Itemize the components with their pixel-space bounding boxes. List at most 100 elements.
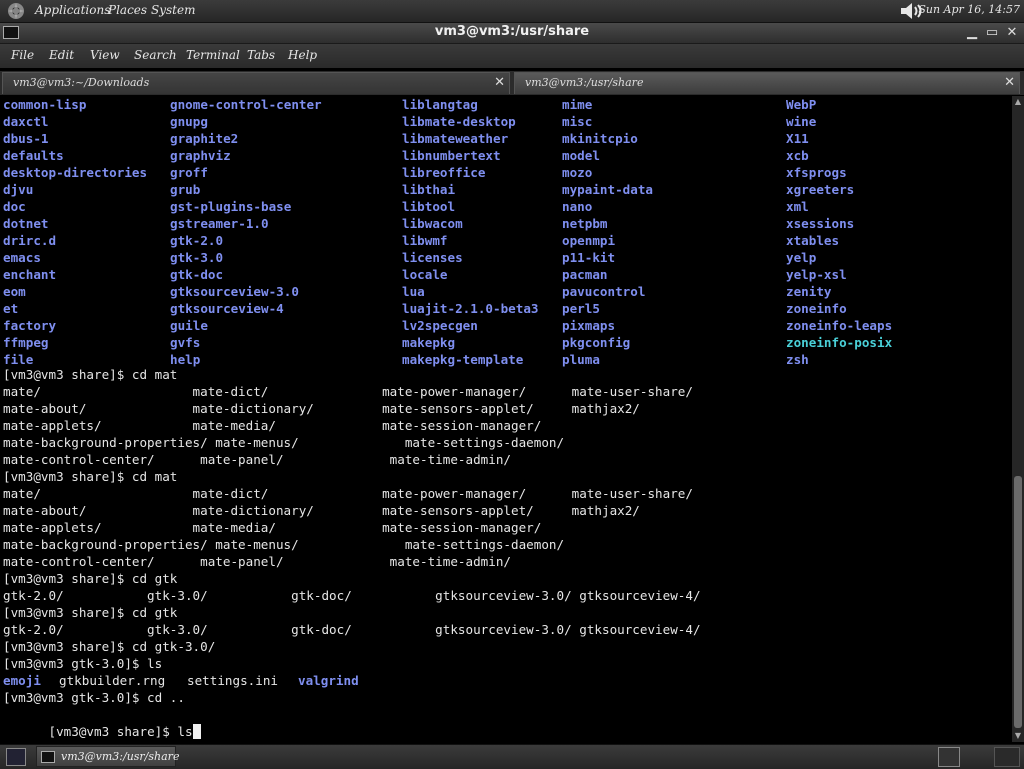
listing-entry: guile [170, 318, 208, 333]
listing-entry: desktop-directories [3, 165, 148, 180]
listing-entry: luajit-2.1.0-beta3 [402, 301, 539, 316]
listing-entry: lua [402, 284, 425, 299]
taskbar-window-label: vm3@vm3:/usr/share [61, 750, 180, 763]
listing-entry: gtksourceview-3.0 [170, 284, 299, 299]
listing-entry: gnupg [170, 114, 208, 129]
listing-entry: yelp [786, 250, 817, 265]
listing-entry: libthai [402, 182, 456, 197]
tab-bar: vm3@vm3:~/Downloads ✕ vm3@vm3:/usr/share… [0, 71, 1024, 95]
listing-entry: xsessions [786, 216, 855, 231]
listing-entry: locale [402, 267, 448, 282]
listing-entry: xtables [786, 233, 840, 248]
workspace-2-icon[interactable] [994, 747, 1020, 767]
tab-share[interactable]: vm3@vm3:/usr/share ✕ [514, 72, 1020, 94]
listing-entry: pacman [562, 267, 608, 282]
terminal-line: gtk-2.0/ gtk-3.0/ gtk-doc/ gtksourceview… [3, 622, 701, 637]
terminal-line: mate-about/ mate-dictionary/ mate-sensor… [3, 401, 640, 416]
listing-entry: libwacom [402, 216, 463, 231]
close-tab-icon[interactable]: ✕ [494, 75, 505, 90]
scroll-up-icon[interactable]: ▲ [1012, 96, 1024, 108]
listing-entry: makepkg-template [402, 352, 524, 367]
menu-help[interactable]: Help [288, 48, 317, 62]
terminal-scrollbar[interactable]: ▲ ▼ [1012, 96, 1024, 742]
listing-entry: zoneinfo-posix [786, 335, 893, 350]
terminal-line: mate-control-center/ mate-panel/ mate-ti… [3, 554, 511, 569]
listing-entry: xgreeters [786, 182, 855, 197]
terminal-prompt-line[interactable]: [vm3@vm3 share]$ ls [3, 706, 201, 739]
listing-entry: pluma [562, 352, 600, 367]
menu-search[interactable]: Search [134, 48, 177, 62]
menu-system[interactable]: System [151, 3, 195, 17]
listing-entry: et [3, 301, 19, 316]
terminal-line: [vm3@vm3 share]$ cd mat [3, 367, 178, 382]
tab-label: vm3@vm3:/usr/share [525, 76, 644, 89]
listing-entry: pkgconfig [562, 335, 631, 350]
listing-entry: gtkbuilder.rng [59, 673, 166, 688]
listing-entry: netpbm [562, 216, 608, 231]
listing-entry: dbus-1 [3, 131, 49, 146]
listing-entry: licenses [402, 250, 463, 265]
listing-entry: libtool [402, 199, 456, 214]
taskbar-window-button[interactable]: vm3@vm3:/usr/share [36, 746, 180, 767]
clock[interactable]: Sun Apr 16, 14:57 [918, 3, 1020, 16]
terminal-line: [vm3@vm3 gtk-3.0]$ cd .. [3, 690, 185, 705]
terminal-line: mate/ mate-dict/ mate-power-manager/ mat… [3, 486, 693, 501]
listing-entry: zoneinfo-leaps [786, 318, 893, 333]
menu-terminal[interactable]: Terminal [186, 48, 240, 62]
gtk3-listing-line: emoji gtkbuilder.rng settings.ini valgri… [3, 672, 359, 689]
terminal-line: mate-about/ mate-dictionary/ mate-sensor… [3, 503, 640, 518]
listing-entry: misc [562, 114, 593, 129]
terminal-line: mate-background-properties/ mate-menus/ … [3, 435, 565, 450]
terminal-line: [vm3@vm3 share]$ cd mat [3, 469, 178, 484]
listing-entry: gvfs [170, 335, 201, 350]
show-desktop-icon[interactable] [6, 748, 26, 766]
listing-entry: drirc.d [3, 233, 57, 248]
terminal-line: mate-control-center/ mate-panel/ mate-ti… [3, 452, 511, 467]
menu-file[interactable]: File [11, 48, 34, 62]
window-title: vm3@vm3:/usr/share [434, 24, 590, 39]
window-titlebar[interactable]: vm3@vm3:/usr/share ▁ ▭ ✕ [0, 23, 1024, 44]
listing-entry: dotnet [3, 216, 49, 231]
tab-downloads[interactable]: vm3@vm3:~/Downloads ✕ [2, 72, 510, 94]
listing-entry: xcb [786, 148, 809, 163]
listing-entry: eom [3, 284, 26, 299]
terminal-window-icon [41, 751, 55, 763]
close-tab-icon[interactable]: ✕ [1004, 75, 1015, 90]
menu-places[interactable]: Places [108, 3, 147, 17]
listing-entry: pavucontrol [562, 284, 646, 299]
listing-entry: pixmaps [562, 318, 616, 333]
close-icon[interactable]: ✕ [1004, 25, 1020, 41]
listing-entry: mozo [562, 165, 593, 180]
maximize-icon[interactable]: ▭ [984, 25, 1000, 41]
listing-entry: gtksourceview-4 [170, 301, 284, 316]
listing-entry: mime [562, 97, 593, 112]
listing-entry: yelp-xsl [786, 267, 847, 282]
listing-entry: mypaint-data [562, 182, 653, 197]
listing-entry: xfsprogs [786, 165, 847, 180]
scroll-down-icon[interactable]: ▼ [1012, 730, 1024, 742]
listing-entry: common-lisp [3, 97, 87, 112]
menu-view[interactable]: View [90, 48, 120, 62]
distro-logo-icon[interactable] [6, 1, 26, 21]
listing-entry: libmate-desktop [402, 114, 516, 129]
menu-applications[interactable]: Applications [35, 3, 110, 17]
listing-entry: libmateweather [402, 131, 509, 146]
menu-edit[interactable]: Edit [49, 48, 74, 62]
scrollbar-thumb[interactable] [1014, 476, 1022, 728]
listing-entry: wine [786, 114, 817, 129]
terminal-output[interactable]: common-lisp gnome-control-center liblangta… [0, 96, 1012, 742]
listing-entry: groff [170, 165, 208, 180]
listing-entry: X11 [786, 131, 809, 146]
listing-entry: openmpi [562, 233, 616, 248]
workspace-1-icon[interactable] [938, 747, 960, 767]
terminal-line: mate-applets/ mate-media/ mate-session-m… [3, 520, 542, 535]
minimize-icon[interactable]: ▁ [964, 25, 980, 41]
terminal-line: mate-background-properties/ mate-menus/ … [3, 537, 565, 552]
listing-entry: zenity [786, 284, 832, 299]
menu-tabs[interactable]: Tabs [247, 48, 275, 62]
terminal-line: gtk-2.0/ gtk-3.0/ gtk-doc/ gtksourceview… [3, 588, 701, 603]
listing-entry: libreoffice [402, 165, 486, 180]
listing-entry: liblangtag [402, 97, 478, 112]
listing-entry: emoji [3, 673, 41, 688]
listing-entry: lv2specgen [402, 318, 478, 333]
